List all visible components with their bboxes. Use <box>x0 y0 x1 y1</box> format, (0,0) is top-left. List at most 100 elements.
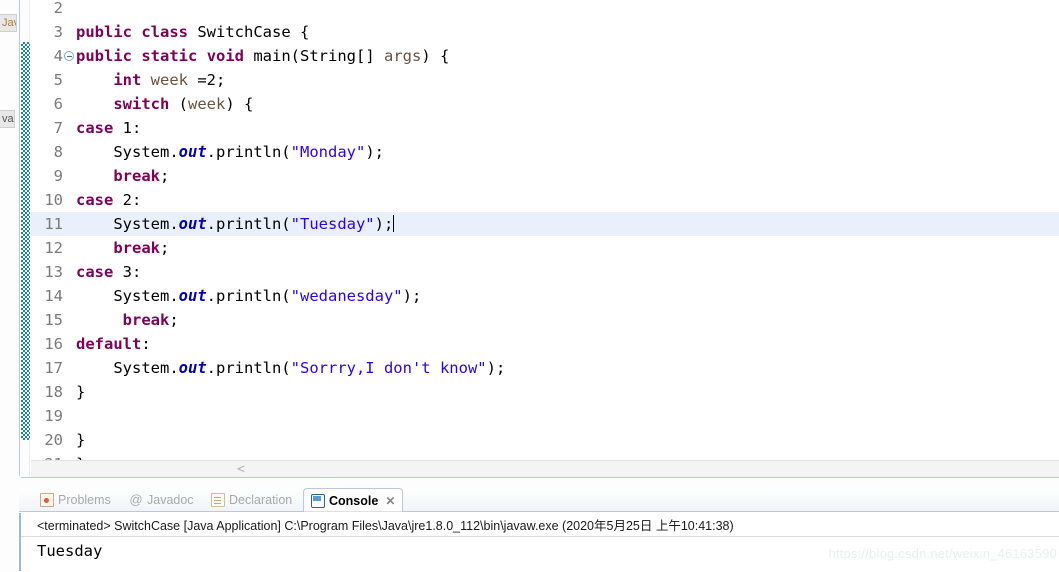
code-token: SwitchCase { <box>188 23 310 41</box>
line-number: 7 <box>53 119 63 137</box>
code-token: 3: <box>113 263 142 281</box>
close-icon[interactable]: ✕ <box>385 494 395 508</box>
code-line[interactable]: 13 case 3: <box>31 260 1059 284</box>
javadoc-at-icon: @ <box>129 492 143 507</box>
code-token: public <box>76 23 132 41</box>
code-text: break; <box>76 164 169 188</box>
code-token: String <box>300 47 357 65</box>
code-token: System. <box>76 359 179 377</box>
code-token: "wedanesday" <box>290 287 403 305</box>
line-number: 9 <box>53 167 63 185</box>
code-token: : <box>141 335 151 353</box>
code-token: =2; <box>188 71 226 89</box>
code-line[interactable]: 11 System.out.println("Tuesday"); <box>31 212 1059 236</box>
code-line[interactable]: 16 default: <box>31 332 1059 356</box>
code-text: case 2: <box>76 188 141 212</box>
line-number: 16 <box>44 335 63 353</box>
code-text: public static void main(String[] args) { <box>76 44 449 68</box>
code-token: case <box>76 191 114 209</box>
code-token: switch <box>113 95 170 113</box>
line-number: 5 <box>53 71 63 89</box>
code-token: week <box>150 71 188 89</box>
code-line[interactable]: 5 int week =2; <box>31 68 1059 92</box>
code-token: case <box>76 263 114 281</box>
code-line[interactable]: 10 case 2: <box>31 188 1059 212</box>
code-text: public class SwitchCase { <box>76 20 309 44</box>
code-token: ); <box>402 287 422 305</box>
code-token: break <box>113 167 160 185</box>
code-surface[interactable]: 2 3 public class SwitchCase {4 public stati… <box>31 0 1059 477</box>
code-token: .println( <box>206 287 291 305</box>
code-token: out <box>178 287 207 305</box>
code-line[interactable]: 2 <box>31 0 1059 20</box>
code-fold-collapse-icon[interactable] <box>64 51 74 61</box>
scroll-left-arrow-icon[interactable]: < <box>237 462 245 477</box>
code-token: .println( <box>206 143 291 161</box>
code-token: break <box>122 311 170 329</box>
line-number: 8 <box>53 143 63 161</box>
code-token: 2: <box>113 191 142 209</box>
line-number: 14 <box>44 287 63 305</box>
code-token: System. <box>76 215 179 233</box>
tab-javadoc[interactable]: @ Javadoc <box>122 488 201 512</box>
tab-label: Javadoc <box>147 493 194 507</box>
code-token: ) { <box>421 47 450 65</box>
code-line[interactable]: 18} <box>31 380 1059 404</box>
code-text: System.out.println("Tuesday"); <box>76 212 395 236</box>
line-number: 11 <box>44 215 63 233</box>
code-line[interactable]: 6 switch (week) { <box>31 92 1059 116</box>
code-line[interactable]: 15 break; <box>31 308 1059 332</box>
code-line[interactable]: 17 System.out.println("Sorrry,I don't kn… <box>31 356 1059 380</box>
launch-configuration-line: <terminated> SwitchCase [Java Applicatio… <box>19 512 1059 537</box>
line-number: 2 <box>53 0 63 17</box>
code-token: class <box>141 23 189 41</box>
tab-label: Problems <box>58 493 111 507</box>
watermark-text: https://blog.csdn.net/weixin_46163590 <box>828 546 1057 561</box>
tab-console[interactable]: Console ✕ <box>303 488 404 512</box>
line-number: 10 <box>44 191 63 209</box>
declaration-icon <box>211 493 225 507</box>
code-text: int week =2; <box>76 68 225 92</box>
code-text: } <box>76 428 85 452</box>
code-line[interactable]: 4 public static void main(String[] args) … <box>31 44 1059 68</box>
line-number: 12 <box>44 239 63 257</box>
java-code-editor[interactable]: 2 3 public class SwitchCase {4 public stati… <box>19 0 1059 478</box>
code-token: ; <box>160 167 170 185</box>
code-token: week <box>188 95 226 113</box>
code-line[interactable]: 19 <box>31 404 1059 428</box>
line-number: 6 <box>53 95 63 113</box>
code-line[interactable]: 3 public class SwitchCase { <box>31 20 1059 44</box>
code-line[interactable]: 20} <box>31 428 1059 452</box>
code-token: int <box>113 71 142 89</box>
code-token: ; <box>160 239 170 257</box>
code-text: System.out.println("Monday"); <box>76 140 384 164</box>
code-text: } <box>76 380 85 404</box>
fastview-tab-java-top[interactable]: Jav <box>0 14 17 32</box>
code-line[interactable]: 7 case 1: <box>31 116 1059 140</box>
tab-declaration[interactable]: Declaration <box>204 488 299 512</box>
code-token: .println( <box>206 359 291 377</box>
code-line[interactable]: 8 System.out.println("Monday"); <box>31 140 1059 164</box>
code-token: args <box>384 47 422 65</box>
line-number: 19 <box>44 407 63 425</box>
code-token: ); <box>374 215 394 233</box>
tab-problems[interactable]: Problems <box>33 488 118 512</box>
text-caret <box>393 215 395 232</box>
code-text: System.out.println("wedanesday"); <box>76 284 421 308</box>
fastview-tab-java-lower[interactable]: va <box>0 110 15 128</box>
code-text: case 3: <box>76 260 141 284</box>
code-text: default: <box>76 332 151 356</box>
code-line[interactable]: 9 break; <box>31 164 1059 188</box>
console-left-rule <box>19 513 21 571</box>
code-line[interactable]: 14 System.out.println("wedanesday"); <box>31 284 1059 308</box>
code-line[interactable]: 12 break; <box>31 236 1059 260</box>
editor-horizontal-scrollbar[interactable]: < <box>31 460 1059 477</box>
line-number: 17 <box>44 359 63 377</box>
